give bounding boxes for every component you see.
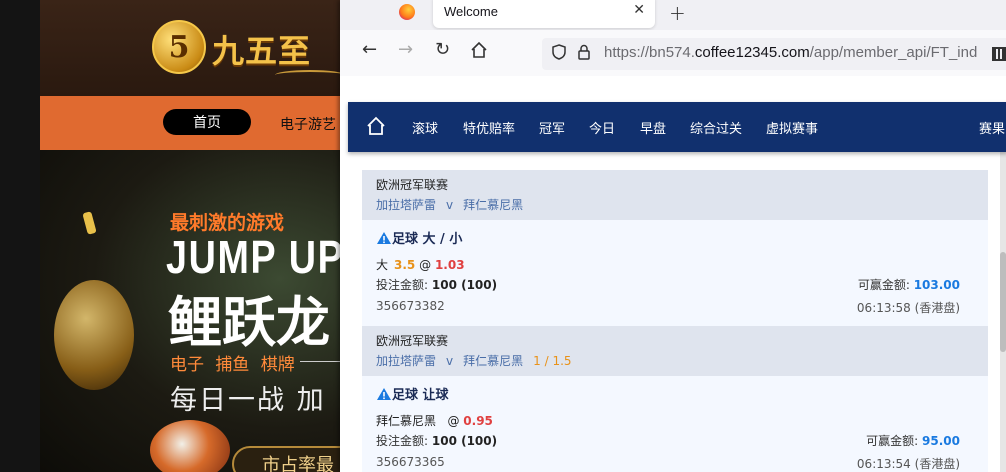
bet-selection: 拜仁慕尼黑 @ 0.95 [376,414,493,428]
bet-type: 足球 让球 [376,384,974,403]
home-icon[interactable] [366,116,386,136]
league-name: 欧洲冠军联赛 [376,334,449,348]
bet-type: 足球 大 / 小 [376,228,974,247]
url-text: https://bn574.coffee12345.com/app/member… [604,44,978,61]
ticket-row: 356673382 06:13:58 (香港盘) [376,299,974,319]
nav-outright[interactable]: 冠军 [539,118,565,137]
hero-divider [300,361,340,362]
ticket-row: 356673365 06:13:54 (香港盘) [376,455,974,472]
browser-window: Welcome ✕ + ← → ↻ https://bn574.coffee12… [340,0,1006,472]
hero-title-en: JUMP UP [166,231,340,283]
site-nav: 首页 电子游艺 [40,96,340,150]
ticket-id: 356673382 [376,299,445,313]
nav-parlay[interactable]: 综合过关 [690,118,742,137]
lock-icon[interactable] [578,44,590,64]
qr-code-icon[interactable] [992,47,1006,61]
background-casino-site: 5 九五至 首页 电子游艺 最刺激的游戏 JUMP UP 鲤跃龙 电子 捕鱼 棋… [40,0,340,472]
bet-header: 欧洲冠军联赛 加拉塔萨雷 v 拜仁慕尼黑 1 / 1.5 [362,326,988,376]
scrollbar[interactable] [1000,102,1006,472]
nav-today[interactable]: 今日 [589,118,615,137]
site-header: 5 九五至 [40,0,340,96]
ticket-id: 356673365 [376,455,445,469]
tab-welcome[interactable]: Welcome ✕ [433,0,655,28]
bet-time: 06:13:54 (香港盘) [856,457,960,471]
bet-detail: 足球 让球 拜仁慕尼黑 @ 0.95 投注金额: 100 (100) 可赢金额:… [362,376,988,472]
stake-row: 投注金额: 100 (100) 可赢金额: 103.00 [376,278,960,292]
back-arrow-icon[interactable]: ← [362,41,377,59]
logo-coin-icon: 5 [152,20,206,74]
warning-icon [377,388,391,400]
shield-icon[interactable] [552,44,566,64]
new-tab-icon[interactable]: + [669,1,686,25]
match-teams: 加拉塔萨雷 v 拜仁慕尼黑 [376,198,524,212]
gold-coin-image [54,280,134,390]
logo-swirl-decoration [275,70,340,80]
gold-chip-image [82,211,97,235]
reload-icon[interactable]: ↻ [435,41,450,59]
site-nav-games[interactable]: 电子游艺 [280,114,336,134]
tab-title: Welcome [444,4,498,19]
hero-categories: 电子 捕鱼 棋牌 [170,355,295,375]
league-name: 欧洲冠军联赛 [376,178,449,192]
nav-toolbar: ← → ↻ https://bn574.coffee12345.com/app/… [340,30,1006,76]
url-bar[interactable]: https://bn574.coffee12345.com/app/member… [542,38,1006,70]
sportsbook-nav: 滚球 特优赔率 冠军 今日 早盘 综合过关 虚拟赛事 赛果 [348,102,1006,152]
nav-special-odds[interactable]: 特优赔率 [463,118,515,137]
bet-detail: 足球 大 / 小 大 3.5 @ 1.03 投注金额: 100 (100) 可赢金… [362,220,988,326]
forward-arrow-icon[interactable]: → [398,41,413,59]
win-amount: 103.00 [913,278,960,292]
bet-header: 欧洲冠军联赛 加拉塔萨雷 v 拜仁慕尼黑 [362,170,988,220]
nav-results[interactable]: 赛果 [979,118,1005,137]
hero-slogan: 每日一战 加 [170,385,326,416]
close-icon[interactable]: ✕ [633,2,645,18]
nav-virtual[interactable]: 虚拟赛事 [766,118,818,137]
stake-amount: 100 (100) [431,434,498,448]
win-amount: 95.00 [922,434,960,448]
hero-banner: 最刺激的游戏 JUMP UP 鲤跃龙 电子 捕鱼 棋牌 每日一战 加 市占率最 [40,150,340,472]
desktop-background [0,0,40,472]
hero-title-cn: 鲤跃龙 [168,290,330,354]
stake-amount: 100 (100) [431,278,498,292]
nav-live[interactable]: 滚球 [412,118,438,137]
page-content: 滚球 特优赔率 冠军 今日 早盘 综合过关 虚拟赛事 赛果 欧洲冠军联赛 加拉塔… [340,76,1006,472]
koi-fish-image [150,420,230,472]
nav-early[interactable]: 早盘 [640,118,666,137]
stake-row: 投注金额: 100 (100) 可赢金额: 95.00 [376,434,960,448]
bet-selection: 大 3.5 @ 1.03 [376,258,465,272]
bet-time: 06:13:58 (香港盘) [856,301,960,315]
handicap-line: 1 / 1.5 [533,354,572,368]
hero-cta-button[interactable]: 市占率最 [232,446,340,472]
site-nav-home[interactable]: 首页 [163,109,251,135]
tab-bar: Welcome ✕ + [340,0,1006,30]
match-teams: 加拉塔萨雷 v 拜仁慕尼黑 1 / 1.5 [376,354,572,368]
warning-icon [377,232,391,244]
bet-list: 欧洲冠军联赛 加拉塔萨雷 v 拜仁慕尼黑 足球 大 / 小 大 3.5 @ 1.03 … [362,170,988,472]
home-icon[interactable] [470,41,488,63]
site-logo-text: 九五至 [212,32,312,70]
scrollbar-thumb[interactable] [1000,252,1006,352]
firefox-icon[interactable] [399,4,415,20]
